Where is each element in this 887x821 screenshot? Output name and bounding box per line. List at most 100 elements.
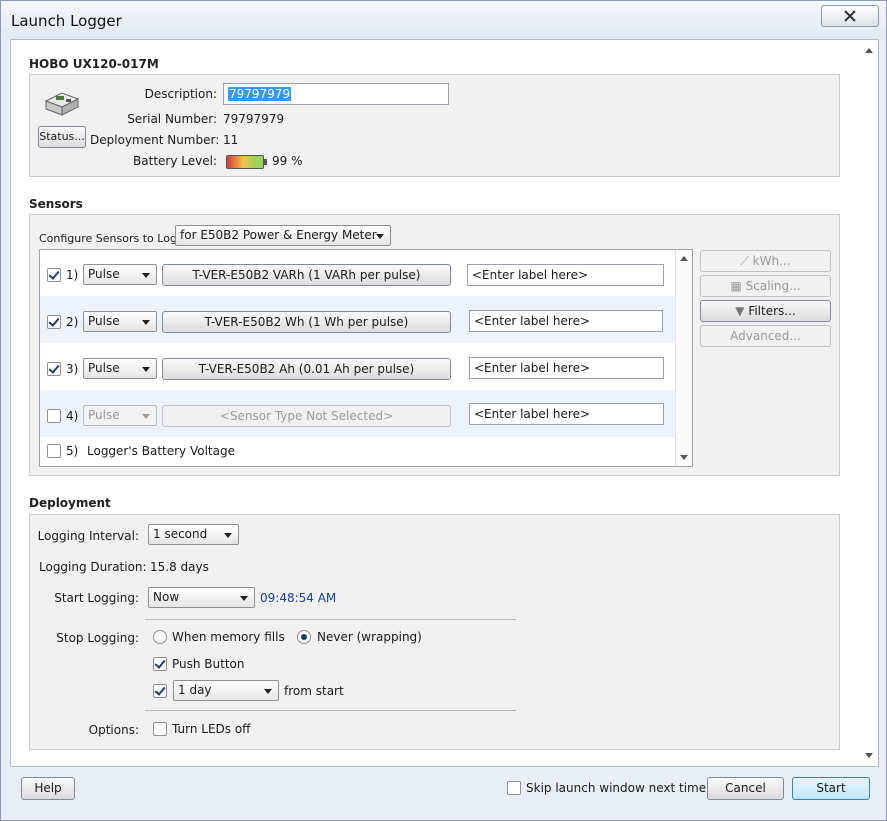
status-button[interactable]: Status... bbox=[38, 126, 86, 148]
turn-leds-off-label: Turn LEDs off bbox=[172, 722, 251, 736]
logging-duration-label: Logging Duration: bbox=[39, 560, 147, 574]
battery-label: Battery Level: bbox=[133, 154, 217, 168]
sensor-2-type-button[interactable]: T-VER-E50B2 Wh (1 Wh per pulse) bbox=[162, 311, 451, 333]
cancel-button[interactable]: Cancel bbox=[707, 777, 784, 800]
sensor-2-label-input[interactable]: <Enter label here> bbox=[469, 310, 663, 332]
chevron-down-icon bbox=[224, 533, 232, 538]
sensor-2-checkbox[interactable] bbox=[47, 315, 61, 329]
close-button[interactable] bbox=[821, 5, 879, 27]
start-logging-label: Start Logging: bbox=[54, 591, 139, 605]
sensor-3-mode-dropdown[interactable]: Pulse bbox=[83, 358, 157, 379]
serial-value: 79797979 bbox=[223, 112, 285, 126]
push-button-label: Push Button bbox=[172, 657, 245, 671]
stop-after-dropdown[interactable]: 1 day bbox=[173, 680, 279, 701]
stop-after-suffix: from start bbox=[284, 684, 344, 698]
chevron-down-icon bbox=[240, 596, 248, 601]
chevron-down-icon bbox=[142, 367, 150, 372]
stop-never-label: Never (wrapping) bbox=[317, 630, 422, 644]
sensor-4-label-input[interactable]: <Enter label here> bbox=[469, 403, 664, 425]
sensor-1-mode-dropdown[interactable]: Pulse bbox=[83, 264, 157, 285]
sensor-list-scrollbar[interactable] bbox=[675, 250, 692, 466]
description-input[interactable]: 79797979 bbox=[223, 83, 449, 105]
page-scroll-up[interactable] bbox=[863, 46, 875, 56]
skip-launch-label: Skip launch window next time bbox=[526, 781, 707, 795]
description-value: 79797979 bbox=[228, 87, 292, 101]
sensor-5-label: Logger's Battery Voltage bbox=[87, 444, 235, 458]
chart-icon: ▦ bbox=[730, 279, 746, 293]
sensor-4-mode-dropdown[interactable]: Pulse bbox=[83, 405, 157, 426]
sensor-3-index: 3) bbox=[66, 362, 79, 376]
battery-value: 99 % bbox=[272, 154, 303, 168]
sensor-1-index: 1) bbox=[66, 268, 79, 282]
sensor-3-label-input[interactable]: <Enter label here> bbox=[469, 357, 664, 379]
kwh-button[interactable]: ⟋ kWh... bbox=[700, 250, 831, 272]
help-button[interactable]: Help bbox=[21, 777, 75, 800]
description-label: Description: bbox=[144, 87, 217, 101]
configure-sensors-dropdown[interactable]: for E50B2 Power & Energy Meter bbox=[175, 225, 391, 246]
deployment-value: 11 bbox=[223, 133, 239, 147]
sensor-3-type-button[interactable]: T-VER-E50B2 Ah (0.01 Ah per pulse) bbox=[162, 358, 451, 380]
chevron-down-icon bbox=[264, 689, 272, 694]
logger-model: HOBO UX120-017M bbox=[29, 57, 159, 71]
sensor-row-4: 4) Pulse <Sensor Type Not Selected> <Ent… bbox=[40, 390, 676, 437]
logging-duration-value: 15.8 days bbox=[150, 560, 209, 574]
logger-panel: Status... Description: 79797979 Serial N… bbox=[29, 74, 840, 177]
filters-button[interactable]: ▼ Filters... bbox=[700, 300, 831, 322]
trend-icon: ⟋ bbox=[740, 254, 753, 268]
chevron-down-icon bbox=[142, 320, 150, 325]
sensor-1-label-input[interactable]: <Enter label here> bbox=[467, 264, 664, 286]
chevron-down-icon bbox=[376, 234, 384, 239]
scroll-up-icon[interactable] bbox=[680, 256, 688, 261]
stop-divider-top bbox=[145, 619, 516, 620]
chevron-down-icon bbox=[142, 273, 150, 278]
start-logging-dropdown[interactable]: Now bbox=[148, 587, 255, 608]
deployment-title: Deployment bbox=[29, 496, 111, 510]
deployment-label: Deployment Number: bbox=[90, 133, 220, 147]
logger-device-icon bbox=[44, 92, 80, 116]
launch-logger-window: Launch Logger HOBO UX120-017M Status... bbox=[0, 0, 887, 821]
sensor-row-1: 1) Pulse T-VER-E50B2 VARh (1 VARh per pu… bbox=[40, 250, 676, 296]
options-label: Options: bbox=[88, 723, 139, 737]
stop-never-radio[interactable] bbox=[297, 630, 311, 644]
serial-label: Serial Number: bbox=[127, 112, 217, 126]
sensor-list: 1) Pulse T-VER-E50B2 VARh (1 VARh per pu… bbox=[39, 249, 693, 467]
sensor-1-checkbox[interactable] bbox=[47, 268, 61, 282]
deployment-panel: Logging Interval: 1 second Logging Durat… bbox=[29, 514, 840, 750]
page-scroll-down[interactable] bbox=[863, 750, 875, 760]
stop-after-checkbox[interactable] bbox=[153, 684, 167, 698]
dialog-body: HOBO UX120-017M Status... Description: 7… bbox=[10, 39, 879, 767]
sensor-row-5: 5) Logger's Battery Voltage bbox=[40, 437, 676, 466]
sensor-2-mode-dropdown[interactable]: Pulse bbox=[83, 311, 157, 332]
turn-leds-off-checkbox[interactable] bbox=[153, 722, 167, 736]
push-button-checkbox[interactable] bbox=[153, 657, 167, 671]
scroll-down-icon[interactable] bbox=[680, 455, 688, 460]
sensor-3-checkbox[interactable] bbox=[47, 362, 61, 376]
start-time: 09:48:54 AM bbox=[260, 591, 337, 605]
close-icon bbox=[844, 10, 856, 22]
sensor-2-index: 2) bbox=[66, 315, 79, 329]
scaling-button[interactable]: ▦ Scaling... bbox=[700, 275, 831, 297]
sensor-5-checkbox[interactable] bbox=[47, 444, 61, 458]
configure-sensors-label: Configure Sensors to Log: bbox=[39, 232, 181, 245]
title-bar[interactable]: Launch Logger bbox=[1, 1, 886, 39]
stop-memory-radio[interactable] bbox=[153, 630, 167, 644]
configure-sensors-value: for E50B2 Power & Energy Meter bbox=[180, 228, 377, 242]
advanced-button[interactable]: Advanced... bbox=[700, 325, 831, 347]
stop-logging-label: Stop Logging: bbox=[56, 631, 139, 645]
funnel-icon: ▼ bbox=[735, 304, 749, 318]
sensor-row-3: 3) Pulse T-VER-E50B2 Ah (0.01 Ah per pul… bbox=[40, 343, 676, 390]
stop-memory-label: When memory fills bbox=[172, 630, 285, 644]
sensor-1-type-button[interactable]: T-VER-E50B2 VARh (1 VARh per pulse) bbox=[162, 264, 451, 286]
stop-divider-bottom bbox=[145, 710, 516, 711]
start-button[interactable]: Start bbox=[792, 777, 870, 800]
window-title: Launch Logger bbox=[11, 12, 122, 30]
logging-interval-dropdown[interactable]: 1 second bbox=[148, 524, 239, 545]
chevron-down-icon bbox=[142, 414, 150, 419]
sensor-5-index: 5) bbox=[66, 444, 79, 458]
logging-interval-label: Logging Interval: bbox=[37, 529, 139, 543]
sensor-4-checkbox[interactable] bbox=[47, 409, 61, 423]
skip-launch-checkbox[interactable] bbox=[507, 781, 521, 795]
sensor-4-index: 4) bbox=[66, 409, 79, 423]
sensor-4-type-button[interactable]: <Sensor Type Not Selected> bbox=[162, 405, 451, 427]
sensors-title: Sensors bbox=[29, 197, 83, 211]
